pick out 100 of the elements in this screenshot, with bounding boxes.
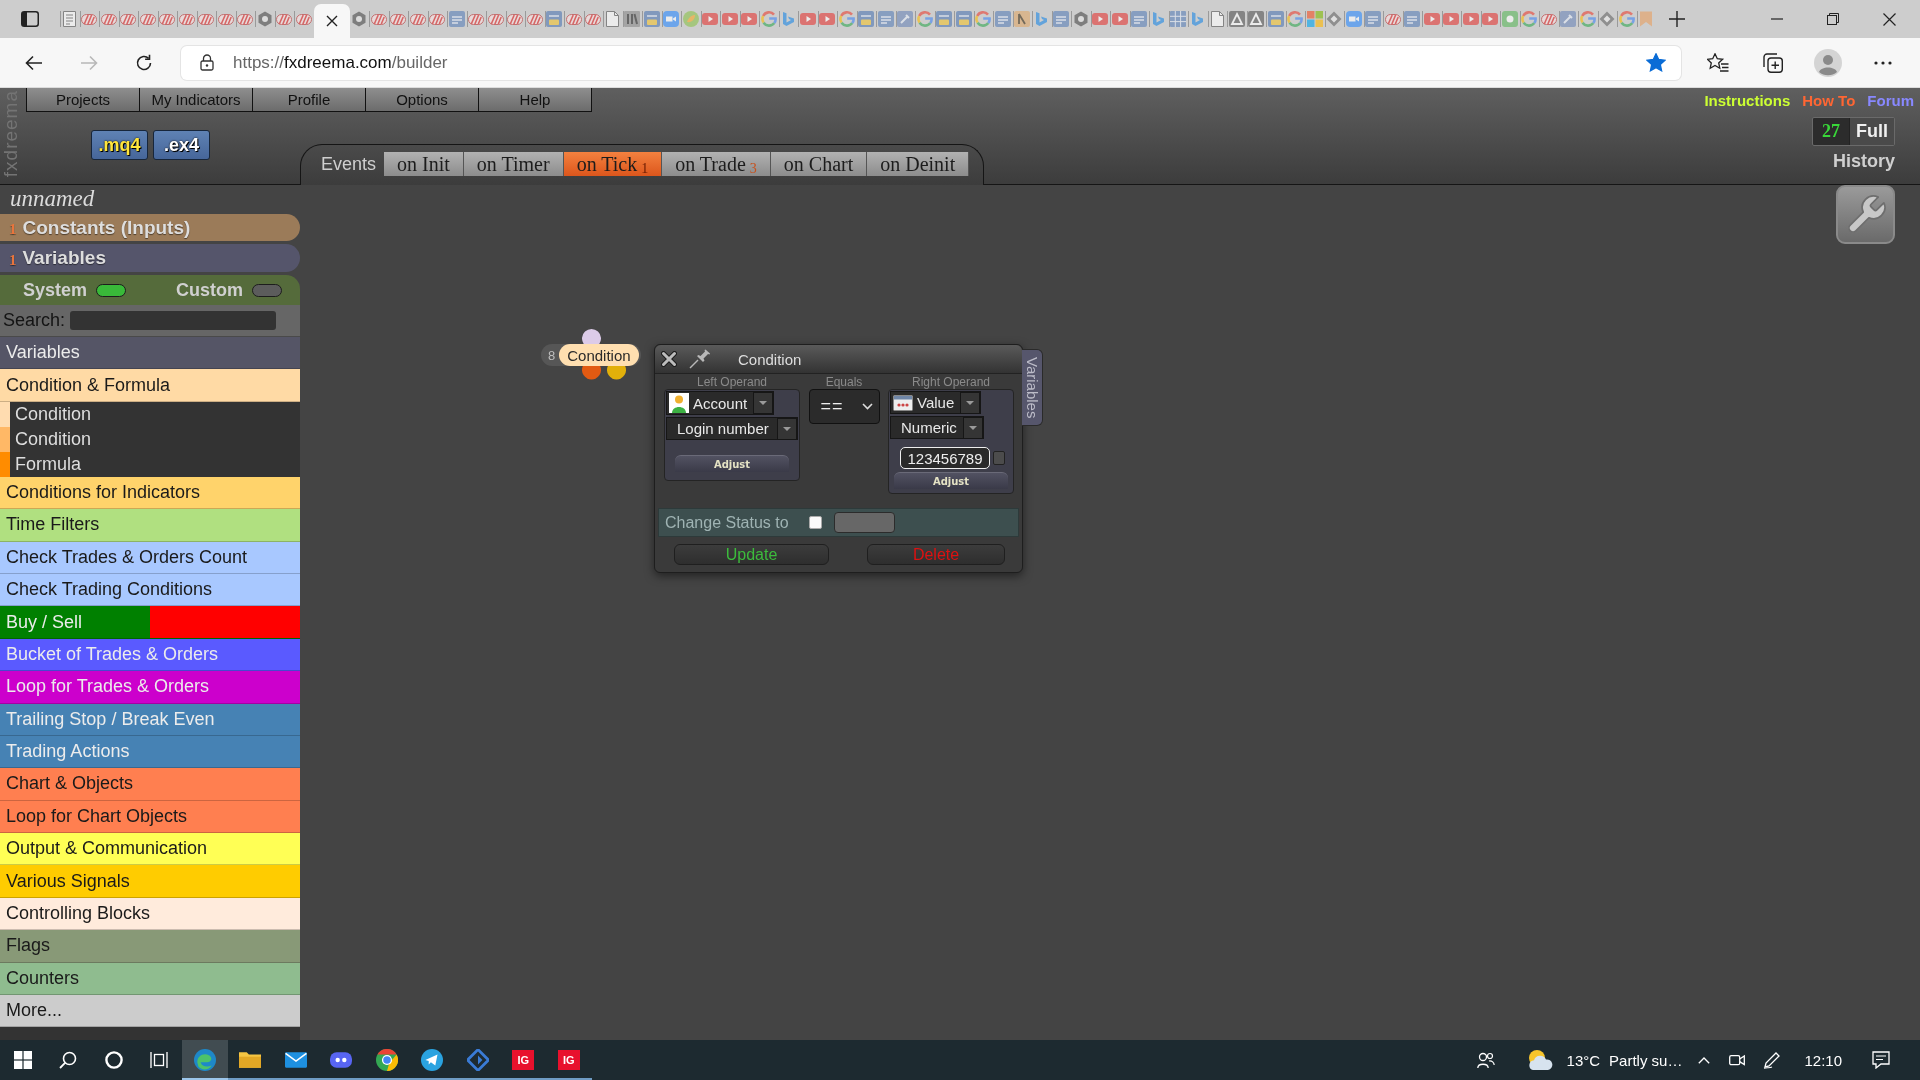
diamond-icon (1599, 11, 1616, 27)
category-item[interactable]: Check Trading Conditions (0, 573, 300, 607)
star-icon[interactable] (1646, 53, 1666, 72)
close-icon[interactable] (661, 351, 677, 367)
category-item[interactable]: Counters (0, 962, 300, 996)
category-item[interactable]: Bucket of Trades & Orders (0, 638, 300, 672)
category-item[interactable]: Controlling Blocks (0, 897, 300, 931)
adjust-button[interactable]: Adjust (675, 455, 789, 472)
striped-pill-icon (217, 13, 234, 25)
filter-label: Custom (176, 279, 244, 301)
weather-temperature[interactable]: 13°C (1566, 1051, 1601, 1069)
value-input[interactable]: 123456789 (900, 447, 990, 469)
category-item[interactable]: Various Signals (0, 865, 300, 898)
category-item[interactable]: Condition & Formula (0, 369, 300, 402)
play-icon (819, 13, 836, 25)
dialog-title: Condition (738, 350, 802, 368)
lined-tile-icon (994, 11, 1011, 27)
weather-condition[interactable]: Partly su… (1609, 1051, 1683, 1069)
pen-icon[interactable] (1763, 1051, 1781, 1069)
speech-bubble-icon[interactable] (1872, 1051, 1890, 1069)
toggle-switch[interactable] (252, 283, 283, 297)
category-item[interactable]: More... (0, 995, 300, 1028)
category-item[interactable]: Conditions for Indicators (0, 476, 300, 510)
category-item[interactable]: Trailing Stop / Break Even (0, 703, 300, 736)
category-item[interactable]: Check Trades & Orders Count (0, 541, 300, 574)
striped-pill-icon (585, 13, 602, 25)
caret-icon[interactable] (962, 416, 983, 439)
history-button[interactable]: History (1833, 151, 1895, 172)
events-label: Events (321, 153, 377, 176)
menu-item[interactable]: Options (365, 88, 479, 112)
adjust-button[interactable]: Adjust (894, 472, 1008, 489)
caret-icon[interactable] (777, 417, 797, 440)
arc-ring-icon (760, 11, 777, 27)
menu-item[interactable]: My Indicators (139, 88, 253, 112)
history-mode-button[interactable]: Full (1849, 118, 1894, 145)
category-item[interactable]: Flags (0, 930, 300, 963)
tool-tile-icon (897, 11, 914, 27)
ribbon-icon (1036, 12, 1048, 26)
caret-icon[interactable] (753, 392, 774, 414)
export-button[interactable]: .mq4 (91, 130, 148, 160)
side-tab[interactable]: Variables (1022, 349, 1043, 426)
arc-ring-icon (975, 11, 992, 27)
lock-icon[interactable] (200, 54, 214, 71)
block-node[interactable]: 8 Condition (541, 344, 641, 366)
menu-item[interactable]: Projects (26, 88, 140, 112)
block-item[interactable]: Condition (0, 401, 300, 427)
camera-icon[interactable] (1729, 1052, 1746, 1068)
app-logo: IG (557, 1050, 580, 1070)
search-field[interactable] (70, 311, 277, 330)
clock-time[interactable]: 12:10 (1804, 1051, 1842, 1069)
variables-header[interactable]: 1 Variables (0, 244, 300, 272)
operator-dropdown[interactable]: == (808, 389, 880, 424)
block-item[interactable]: Formula (0, 451, 300, 477)
event-tab[interactable]: on Deinit (867, 152, 970, 176)
people-icon[interactable] (1476, 1051, 1495, 1069)
category-item[interactable]: Trading Actions (0, 735, 300, 769)
menu-item[interactable]: Help (478, 88, 592, 112)
dropdown[interactable]: Numeric (890, 416, 984, 439)
block-item[interactable]: Condition (0, 426, 300, 452)
category-item[interactable]: Loop for Chart Objects (0, 800, 300, 834)
taskbar-app-button[interactable]: IG (546, 1040, 592, 1080)
chevron-up-icon[interactable] (1698, 1056, 1711, 1064)
swirl-icon (193, 1049, 216, 1071)
dropdown[interactable]: Login number (666, 417, 798, 440)
split-tile-icon (1267, 11, 1284, 27)
event-count: 3 (749, 161, 757, 177)
tools-button[interactable] (1836, 185, 1895, 244)
sun-cloud-icon[interactable] (1526, 1049, 1553, 1071)
document-icon (1210, 11, 1224, 27)
event-tab[interactable]: on Init (384, 152, 464, 176)
checkbox[interactable] (993, 451, 1005, 465)
video-camera-icon (663, 11, 680, 27)
operand-heading: Left Operand (695, 376, 769, 389)
play-icon (1092, 13, 1109, 25)
search-icon (59, 1051, 78, 1069)
menu-item[interactable]: Profile (252, 88, 366, 112)
close-icon[interactable] (325, 15, 338, 27)
category-item[interactable]: Buy / Sell (0, 606, 300, 639)
event-tab[interactable]: on Chart (770, 152, 868, 176)
status-field[interactable] (833, 512, 895, 533)
checkbox[interactable] (808, 516, 822, 529)
category-item[interactable]: Variables (0, 337, 300, 370)
category-item[interactable]: Chart & Objects (0, 768, 300, 801)
taskbar-app-button[interactable]: IG (500, 1040, 546, 1080)
pin-icon[interactable] (689, 349, 711, 369)
arc-ring-icon (1579, 11, 1596, 27)
category-item[interactable]: Loop for Trades & Orders (0, 671, 300, 704)
event-tab[interactable]: on Timer (463, 152, 564, 176)
address-field[interactable]: https://fxdreema.com/builder (181, 45, 1681, 80)
dropdown[interactable]: Account (666, 391, 775, 415)
dropdown[interactable]: Value (890, 391, 982, 414)
caret-icon[interactable] (960, 391, 981, 414)
category-item[interactable]: Time Filters (0, 509, 300, 542)
export-button[interactable]: .ex4 (153, 130, 210, 160)
category-item[interactable]: Output & Communication (0, 833, 300, 866)
four-squares-icon (1306, 11, 1323, 27)
search-label: Search: (3, 310, 66, 331)
header-link[interactable]: Instructions (1704, 91, 1791, 109)
update-button[interactable]: Update (674, 544, 829, 565)
toggle-switch[interactable] (96, 283, 127, 297)
